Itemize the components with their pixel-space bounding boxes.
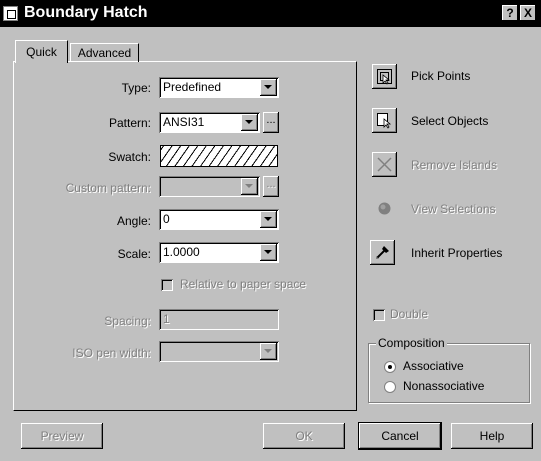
pattern-value: ANSI31 [163, 115, 205, 129]
composition-title: Composition [376, 336, 447, 350]
custom-pattern-dropdown-arrow-icon[interactable] [241, 178, 258, 195]
app-icon [3, 6, 18, 21]
ok-button[interactable]: OK [263, 423, 345, 449]
tab-quick-label: Quick [26, 45, 57, 59]
select-objects-label: Select Objects [411, 114, 489, 128]
remove-islands-icon [377, 157, 392, 172]
close-title-button[interactable]: X [520, 5, 536, 21]
view-selections-label: View Selections [411, 202, 496, 216]
swatch-label: Swatch: [108, 150, 151, 164]
view-selections-icon [378, 202, 391, 215]
window-title: Boundary Hatch [24, 4, 148, 21]
spacing-label: Spacing: [104, 314, 151, 328]
inherit-properties-icon [376, 246, 389, 259]
select-objects-button[interactable] [372, 108, 397, 133]
type-dropdown-arrow-icon[interactable] [260, 79, 277, 96]
double-checkbox[interactable] [373, 309, 385, 321]
type-select[interactable]: Predefined [159, 77, 279, 98]
cancel-button[interactable]: Cancel [358, 422, 442, 450]
tab-advanced-label: Advanced [77, 46, 132, 60]
pattern-browse-button[interactable]: ... [263, 112, 279, 133]
angle-label: Angle: [116, 214, 151, 228]
title-bar: Boundary Hatch ? X [0, 0, 541, 27]
custom-pattern-browse-button[interactable]: ... [263, 176, 279, 197]
pattern-dropdown-arrow-icon[interactable] [241, 114, 258, 131]
associative-label: Associative [403, 359, 464, 373]
associative-radio[interactable] [384, 361, 396, 373]
nonassociative-label: Nonassociative [403, 379, 485, 393]
hatch-swatch[interactable] [160, 145, 278, 167]
pick-points-icon [377, 69, 392, 85]
tab-advanced[interactable]: Advanced [70, 43, 139, 62]
remove-islands-button[interactable] [372, 152, 397, 177]
pick-points-button[interactable] [372, 64, 397, 89]
inherit-properties-label: Inherit Properties [411, 246, 503, 260]
relative-checkbox[interactable] [161, 279, 173, 291]
custom-pattern-select[interactable] [159, 176, 260, 197]
angle-dropdown-arrow-icon[interactable] [260, 211, 277, 228]
scale-combo[interactable]: 1.0000 [159, 242, 279, 263]
preview-button[interactable]: Preview [21, 423, 103, 449]
pick-points-label: Pick Points [411, 69, 471, 83]
inherit-properties-button[interactable] [370, 240, 395, 265]
tab-quick[interactable]: Quick [15, 40, 68, 63]
composition-group [368, 343, 530, 403]
scale-dropdown-arrow-icon[interactable] [260, 244, 277, 261]
pattern-label: Pattern: [108, 116, 151, 130]
custom-pattern-label: Custom pattern: [65, 181, 151, 195]
iso-pen-width-dropdown-arrow-icon[interactable] [260, 343, 277, 360]
help-button[interactable]: Help [451, 423, 533, 449]
angle-combo[interactable]: 0 [159, 209, 279, 230]
iso-pen-width-select[interactable] [159, 341, 279, 362]
type-value: Predefined [163, 80, 222, 94]
angle-value: 0 [163, 212, 170, 226]
relative-label: Relative to paper space [180, 277, 307, 291]
spacing-input[interactable]: 1 [159, 309, 279, 330]
nonassociative-radio[interactable] [384, 381, 396, 393]
type-label: Type: [121, 81, 151, 95]
help-title-button[interactable]: ? [502, 5, 518, 21]
view-selections-button[interactable] [372, 196, 397, 221]
scale-value: 1.0000 [163, 245, 200, 259]
select-objects-icon [377, 113, 392, 129]
pattern-select[interactable]: ANSI31 [159, 112, 260, 133]
double-label: Double [390, 307, 429, 321]
scale-label: Scale: [117, 247, 151, 261]
iso-pen-width-label: ISO pen width: [72, 346, 151, 360]
remove-islands-label: Remove Islands [411, 158, 498, 172]
